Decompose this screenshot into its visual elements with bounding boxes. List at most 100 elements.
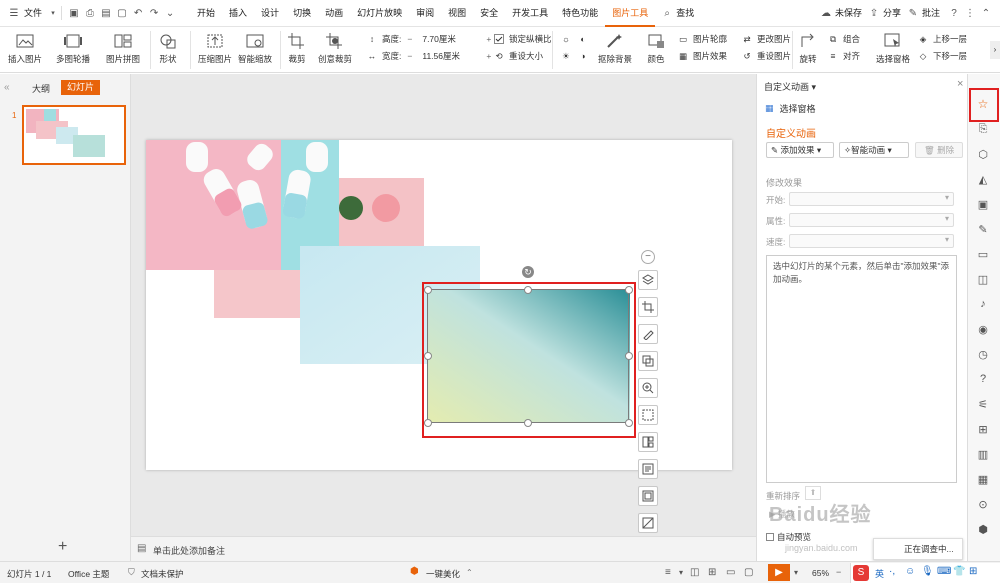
keyboard-icon[interactable]: ⌨	[937, 566, 951, 577]
user-icon[interactable]: 👕	[953, 566, 965, 577]
close-pane-icon[interactable]: ×	[957, 78, 963, 90]
print-icon[interactable]: ▤	[98, 5, 114, 21]
one-click-beautify-button[interactable]: 一键美化	[426, 568, 460, 580]
chart-icon[interactable]: ▥	[975, 446, 991, 462]
tab-view[interactable]: 视图	[441, 0, 473, 27]
frame-icon[interactable]	[638, 486, 658, 506]
grid-icon[interactable]: ⊞	[975, 421, 991, 437]
remove-background-button[interactable]: 抠除背景	[598, 32, 632, 65]
help-icon[interactable]: ?	[946, 5, 962, 21]
export-pdf-icon[interactable]: ⎙	[82, 5, 98, 21]
tab-review[interactable]: 审阅	[409, 0, 441, 27]
chevron-up-icon[interactable]: ⌃	[466, 568, 473, 577]
normal-view-icon[interactable]: ◫	[690, 567, 699, 578]
compress-picture-button[interactable]: 压缩图片	[198, 32, 232, 65]
resize-handle-bl[interactable]	[424, 419, 432, 427]
contrast-down-button[interactable]: ◑	[576, 49, 593, 63]
slide-thumbnail[interactable]	[22, 105, 126, 165]
record-icon[interactable]: ◉	[975, 321, 991, 337]
insert-picture-button[interactable]: 插入图片	[8, 32, 42, 65]
help-icon[interactable]: ?	[975, 371, 991, 387]
share-button[interactable]: 分享	[882, 0, 905, 27]
reading-view-icon[interactable]: ▭	[726, 567, 735, 578]
notes-toggle-icon[interactable]: ≡	[665, 567, 671, 578]
collapse-toolbar-icon[interactable]: −	[641, 250, 655, 264]
resize-handle-tr[interactable]	[625, 286, 633, 294]
picture-outline-button[interactable]: ▭ 图片轮廓	[676, 32, 727, 46]
tab-picture-tools[interactable]: 图片工具	[605, 0, 656, 27]
speed-select[interactable]: ▾	[789, 234, 954, 248]
play-slideshow-button[interactable]: ▶	[768, 564, 790, 581]
chevron-down-icon[interactable]: ▾	[49, 5, 57, 21]
brightness-up-button[interactable]: ☼	[559, 32, 576, 46]
tab-insert[interactable]: 插入	[222, 0, 254, 27]
picture-collage-button[interactable]: 图片拼图	[106, 32, 140, 65]
menu-icon[interactable]: ☰	[6, 5, 22, 21]
align-button[interactable]: ≡ 对齐	[826, 49, 861, 63]
microphone-icon[interactable]: 🎙	[921, 566, 934, 577]
search-icon[interactable]: ⌕	[659, 5, 675, 21]
animation-list[interactable]: 选中幻灯片的某个元素，然后单击"添加效果"添加动画。	[766, 255, 957, 483]
replace-picture-icon[interactable]	[638, 351, 658, 371]
redo-icon[interactable]: ↷	[146, 5, 162, 21]
start-select[interactable]: ▾	[789, 192, 954, 206]
comment-button[interactable]: 批注	[921, 0, 946, 27]
resize-handle-l[interactable]	[424, 352, 432, 360]
settings-sliders-icon[interactable]: ⚟	[975, 396, 991, 412]
picture-icon[interactable]: ▣	[975, 196, 991, 212]
height-field[interactable]: ↕ 高度: − 7.70厘米 +	[365, 32, 491, 46]
custom-animation-star-icon[interactable]: ☆	[975, 96, 991, 112]
resize-handle-b[interactable]	[524, 419, 532, 427]
chevron-down-icon[interactable]: ▾	[679, 568, 683, 577]
file-menu[interactable]: 文件	[22, 0, 49, 27]
tab-features[interactable]: 特色功能	[555, 0, 605, 27]
picture-effect-button[interactable]: ▦ 图片效果	[676, 49, 727, 63]
crop-button[interactable]: 裁剪	[287, 32, 307, 65]
tab-animation[interactable]: 动画	[318, 0, 350, 27]
rotate-button[interactable]: 旋转	[798, 32, 818, 65]
transition-icon[interactable]: ⎘	[975, 121, 991, 137]
selection-pane-button[interactable]: 选择窗格	[876, 32, 910, 65]
background-icon[interactable]: ◫	[975, 271, 991, 287]
layers-icon[interactable]	[638, 270, 658, 290]
multi-image-carousel-button[interactable]: 多图轮播	[56, 32, 90, 65]
ribbon-scroll-right-icon[interactable]: ›	[990, 41, 1000, 59]
crop-icon[interactable]	[638, 297, 658, 317]
color-button[interactable]: 颜色	[646, 32, 666, 65]
select-pane-link[interactable]: ▦ 选择窗格	[765, 102, 816, 115]
smart-animation-button[interactable]: ✧智能动画 ▾	[839, 142, 909, 158]
tab-security[interactable]: 安全	[473, 0, 505, 27]
brightness-down-button[interactable]: ☀	[559, 49, 576, 63]
add-effect-button[interactable]: ✎ 添加效果 ▾	[766, 142, 834, 158]
tab-transition[interactable]: 切换	[286, 0, 318, 27]
sorter-view-icon[interactable]: ⊞	[708, 567, 716, 578]
compress-icon[interactable]	[638, 405, 658, 425]
change-picture-button[interactable]: ⇄ 更改图片	[740, 32, 791, 46]
audio-icon[interactable]: ♪	[975, 296, 991, 312]
tab-design[interactable]: 设计	[254, 0, 286, 27]
collapse-ribbon-icon[interactable]: ⌃	[978, 5, 994, 21]
template-icon[interactable]: ▭	[975, 246, 991, 262]
save-icon[interactable]: ▣	[66, 5, 82, 21]
resize-handle-tl[interactable]	[424, 286, 432, 294]
location-icon[interactable]: ⊙	[975, 496, 991, 512]
ime-logo-icon[interactable]: S	[853, 565, 869, 581]
theme-name[interactable]: Office 主题	[68, 568, 109, 580]
cube-icon[interactable]: ⬢	[975, 521, 991, 537]
more-icon[interactable]: ⋮	[962, 5, 978, 21]
auto-preview-checkbox[interactable]: 自动预览	[766, 531, 811, 543]
tab-slides[interactable]: 幻灯片	[61, 80, 101, 95]
table-icon[interactable]: ▦	[975, 471, 991, 487]
reset-size-button[interactable]: ⟲ 重设大小	[492, 49, 543, 63]
picture-to-text-icon[interactable]	[638, 459, 658, 479]
creative-crop-button[interactable]: 创意裁剪	[318, 32, 352, 65]
presenter-view-icon[interactable]: ▢	[744, 567, 753, 578]
edit-icon[interactable]: ✎	[975, 221, 991, 237]
smart-zoom-button[interactable]: 智能缩放	[238, 32, 272, 65]
rotate-handle-icon[interactable]: ↻	[522, 266, 534, 278]
shapes-icon[interactable]: ⬡	[975, 146, 991, 162]
zoom-out-icon[interactable]: −	[836, 567, 841, 577]
send-backward-button[interactable]: ◇ 下移一层	[916, 49, 967, 63]
emoji-icon[interactable]: ☺	[905, 566, 915, 577]
group-button[interactable]: ⧉ 组合	[826, 32, 860, 46]
